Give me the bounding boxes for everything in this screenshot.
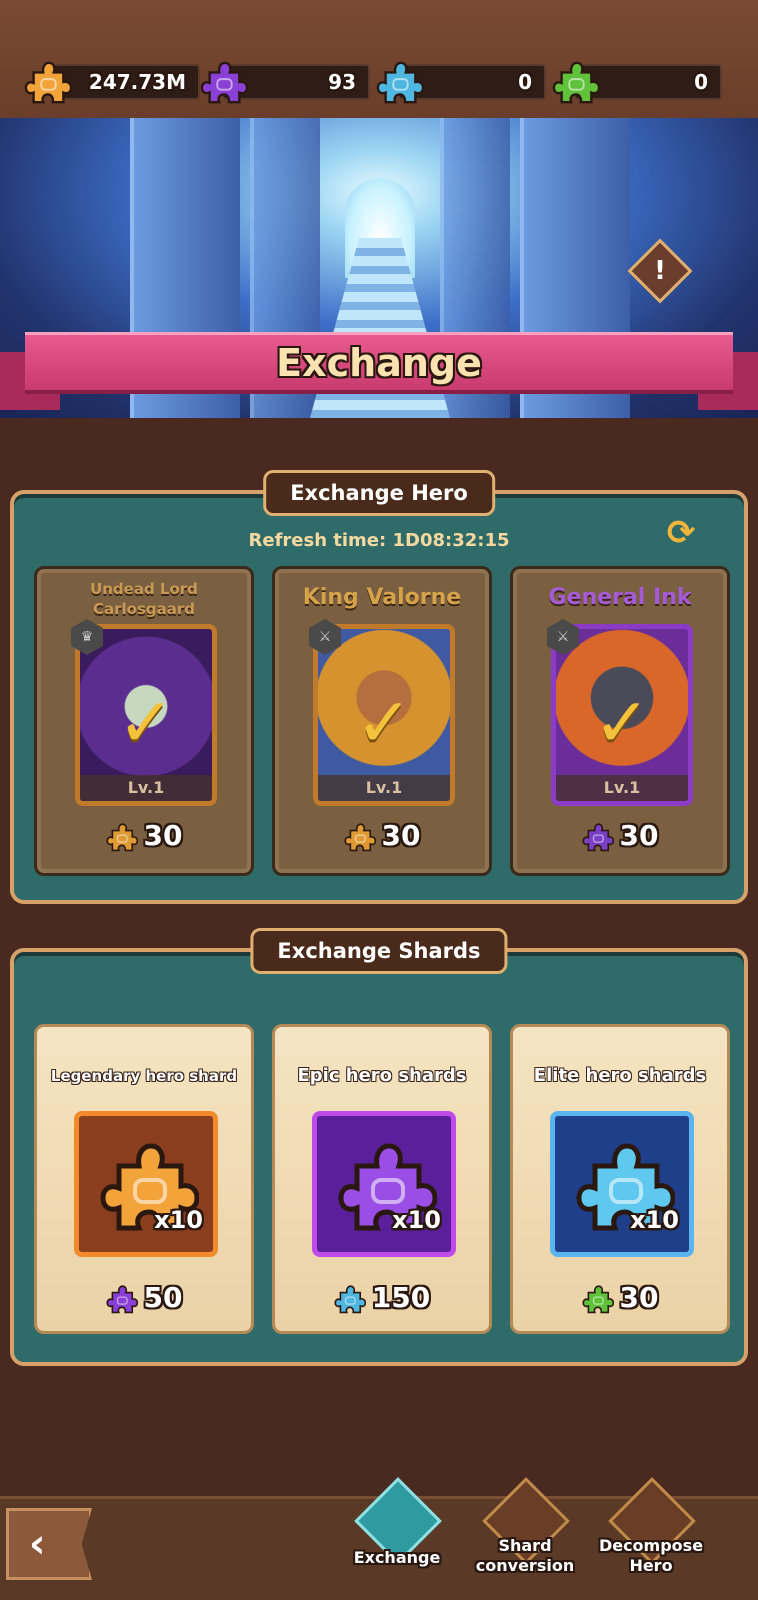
title-ribbon: Exchange <box>25 332 733 394</box>
hero-portrait: ✓ Lv.1 <box>313 624 455 806</box>
hero-level: Lv.1 <box>80 775 212 801</box>
hero-name: King Valorne <box>302 585 462 610</box>
arrow-left-icon: ‹ <box>29 1521 46 1567</box>
hero-cost: 30 <box>275 819 489 853</box>
shard-offer-card[interactable]: Legendary hero shard x10 50 <box>34 1024 254 1334</box>
currency-elite: 0 <box>376 64 556 100</box>
epic-shard-icon <box>582 821 614 853</box>
currency-epic: 93 <box>200 64 380 100</box>
legendary-shard-icon <box>24 58 72 106</box>
info-alert-button[interactable]: ! <box>627 238 693 304</box>
hero-name: Undead Lord Carlosgaard <box>90 580 198 618</box>
nav-decompose-hero[interactable]: Decompose Hero <box>596 1477 706 1590</box>
exchange-shards-panel: Legendary hero shard x10 50 Epic hero sh… <box>10 948 748 1366</box>
shard-quantity: x10 <box>630 1206 679 1234</box>
elite-shard-icon <box>334 1283 366 1315</box>
shard-frame: x10 <box>550 1111 694 1257</box>
checkmark-icon: ✓ <box>593 684 651 763</box>
exchange-shards-title: Exchange Shards <box>250 928 508 974</box>
nav-label: Shard <box>498 1536 552 1555</box>
hero-level: Lv.1 <box>318 775 450 801</box>
refresh-timer: Refresh time: 1D08:32:15 <box>248 530 510 551</box>
shard-offer-label: Epic hero shards <box>297 1065 467 1086</box>
currency-common: 0 <box>552 64 732 100</box>
legendary-shard-icon <box>106 821 138 853</box>
currency-value: 93 <box>328 70 356 94</box>
shard-quantity: x10 <box>392 1206 441 1234</box>
hero-name: General Ink <box>548 585 692 610</box>
currency-value: 247.73M <box>88 70 186 94</box>
legendary-shard-icon <box>344 821 376 853</box>
nav-label: Decompose <box>598 1536 704 1555</box>
hero-cost: 30 <box>37 819 251 853</box>
currency-value: 0 <box>694 70 708 94</box>
exclamation-icon: ! <box>654 256 666 286</box>
hero-card[interactable]: King Valorne ✓ Lv.1 ⚔ 30 <box>272 566 492 876</box>
shard-cost: 30 <box>513 1281 727 1315</box>
checkmark-icon: ✓ <box>117 684 175 763</box>
currency-value: 0 <box>518 70 532 94</box>
shard-offer-card[interactable]: Elite hero shards x10 30 <box>510 1024 730 1334</box>
exchange-hero-panel: Refresh time: 1D08:32:15 ⟳ Undead Lord C… <box>10 490 748 904</box>
shard-cost: 50 <box>37 1281 251 1315</box>
nav-label: conversion <box>475 1556 575 1575</box>
back-button[interactable]: ‹ <box>6 1508 92 1580</box>
refresh-icon[interactable]: ⟳ <box>660 512 702 554</box>
shard-frame: x10 <box>312 1111 456 1257</box>
nav-shard-conversion[interactable]: Shard conversion <box>470 1477 580 1590</box>
hero-portrait: ✓ Lv.1 <box>75 624 217 806</box>
checkmark-icon: ✓ <box>355 684 413 763</box>
hero-level: Lv.1 <box>556 775 688 801</box>
elite-shard-icon <box>376 58 424 106</box>
hero-card[interactable]: Undead Lord Carlosgaard ✓ Lv.1 ♛ 30 <box>34 566 254 876</box>
nav-label: Exchange <box>353 1548 441 1567</box>
hero-cost: 30 <box>513 819 727 853</box>
shard-cost: 150 <box>275 1281 489 1315</box>
shard-quantity: x10 <box>154 1206 203 1234</box>
resource-bar: 247.73M 93 0 0 <box>0 0 758 120</box>
nav-label: Hero <box>629 1556 673 1575</box>
shard-offer-card[interactable]: Epic hero shards x10 150 <box>272 1024 492 1334</box>
currency-legendary: 247.73M <box>24 64 204 100</box>
shard-frame: x10 <box>74 1111 218 1257</box>
hero-card[interactable]: General Ink ✓ Lv.1 ⚔ 30 <box>510 566 730 876</box>
exchange-hero-title: Exchange Hero <box>263 470 495 516</box>
shard-offer-label: Legendary hero shard <box>50 1067 238 1085</box>
common-shard-icon <box>582 1283 614 1315</box>
page-title: Exchange <box>276 341 482 385</box>
hero-portrait: ✓ Lv.1 <box>551 624 693 806</box>
common-shard-icon <box>552 58 600 106</box>
shard-offer-label: Elite hero shards <box>533 1065 707 1086</box>
nav-exchange[interactable]: Exchange <box>342 1477 452 1590</box>
epic-shard-icon <box>106 1283 138 1315</box>
epic-shard-icon <box>200 58 248 106</box>
